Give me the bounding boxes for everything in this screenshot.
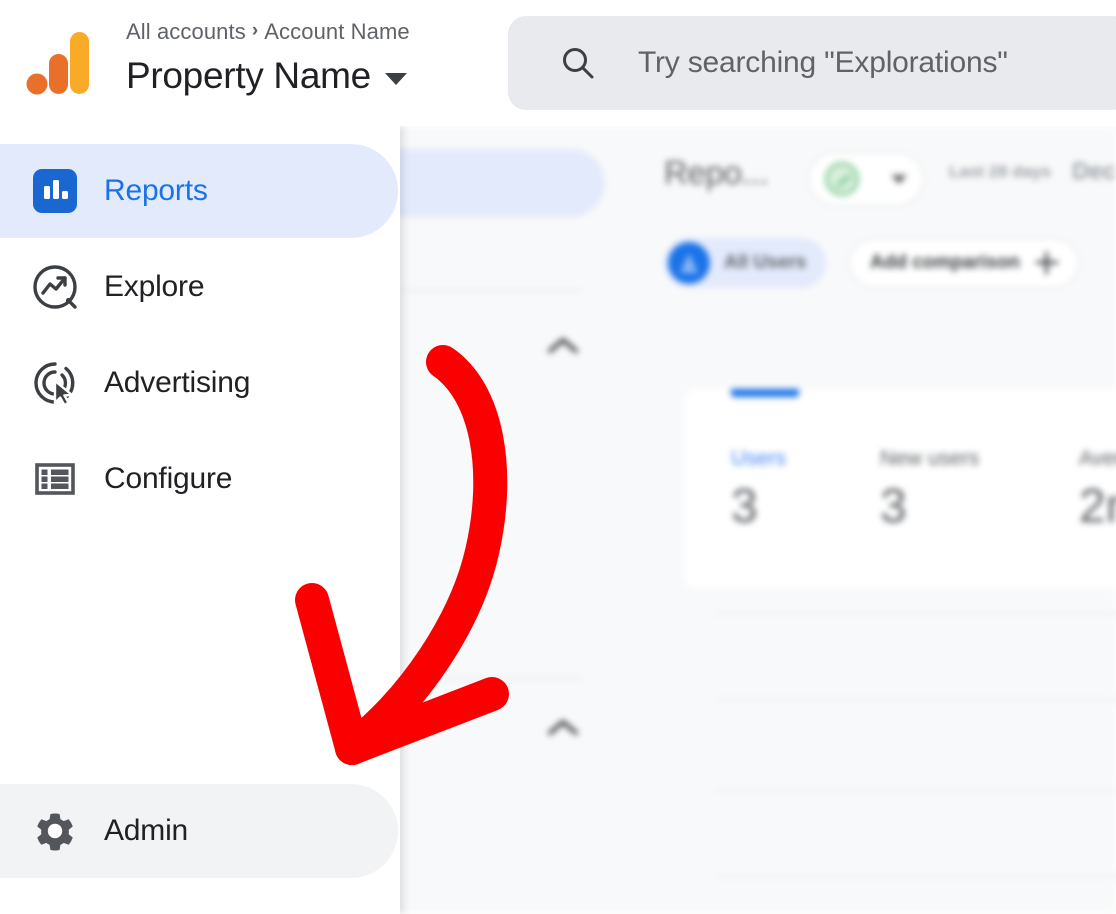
plus-icon	[1036, 252, 1058, 274]
chevron-down-icon	[891, 175, 907, 184]
breadcrumb[interactable]: All accounts › Account Name	[126, 18, 410, 46]
sidebar-item-label: Admin	[104, 814, 188, 848]
bar-chart-icon	[31, 167, 79, 215]
caret-down-icon[interactable]	[385, 73, 407, 85]
metric-label: Avera	[1079, 447, 1116, 471]
sidebar-item-reports[interactable]: Reports	[0, 144, 398, 238]
primary-nav-panel: Reports Explore	[0, 126, 400, 914]
table-row-divider	[714, 876, 1116, 877]
segment-chip-label: All Users	[724, 252, 806, 274]
metric-value: 2m	[1079, 479, 1116, 534]
breadcrumb-separator-icon: ›	[252, 17, 258, 45]
explore-icon	[31, 263, 79, 311]
google-analytics-logo	[26, 28, 92, 100]
sidebar-item-label: Configure	[104, 462, 232, 496]
table-row-divider	[714, 790, 1116, 791]
secondary-nav-divider-2	[402, 678, 582, 679]
date-range-label[interactable]: Last 28 days	[949, 162, 1051, 182]
active-metric-underline	[731, 389, 799, 397]
sidebar-item-configure[interactable]: Configure	[0, 432, 398, 526]
google-analytics-app: Repo... Last 28 days Dec All Users Add c…	[0, 0, 1116, 914]
property-name-row[interactable]: Property Name	[126, 52, 410, 100]
list-grid-icon	[31, 455, 79, 503]
all-users-avatar-icon	[668, 242, 710, 284]
sidebar-item-label: Reports	[104, 174, 208, 208]
segment-chip-all-users[interactable]: All Users	[664, 238, 826, 288]
data-status-badge[interactable]	[808, 152, 924, 206]
table-row-divider	[714, 699, 1116, 700]
date-month-label[interactable]: Dec	[1072, 158, 1116, 186]
metric-value: 3	[731, 479, 786, 534]
metric-average[interactable]: Avera 2m	[1079, 447, 1116, 534]
metric-users[interactable]: Users 3	[731, 447, 786, 534]
search-input[interactable]: Try searching "Explorations"	[638, 46, 1008, 80]
search-icon	[560, 45, 596, 81]
metric-label: Users	[731, 447, 786, 471]
breadcrumb-account-name[interactable]: Account Name	[264, 18, 410, 46]
report-column: Repo... Last 28 days Dec All Users Add c…	[664, 126, 1116, 914]
sidebar-item-label: Advertising	[104, 366, 250, 400]
add-comparison-button[interactable]: Add comparison	[849, 238, 1079, 288]
metrics-summary-card: Users 3 New users 3 Avera 2m	[684, 389, 1116, 589]
target-click-icon	[31, 359, 79, 407]
secondary-nav-column	[400, 126, 664, 914]
sidebar-item-explore[interactable]: Explore	[0, 240, 398, 334]
breadcrumb-all-accounts[interactable]: All accounts	[126, 18, 246, 46]
metric-new-users[interactable]: New users 3	[880, 447, 979, 534]
search-bar[interactable]: Try searching "Explorations"	[508, 16, 1116, 110]
top-app-bar: All accounts › Account Name Property Nam…	[0, 0, 1116, 126]
secondary-nav-divider-1	[402, 290, 582, 291]
metric-label: New users	[880, 447, 979, 471]
property-selector[interactable]: All accounts › Account Name Property Nam…	[126, 18, 410, 100]
section-collapse-chevron-2[interactable]	[546, 718, 580, 738]
gear-icon	[31, 807, 79, 855]
section-collapse-chevron-1[interactable]	[546, 336, 580, 356]
report-title: Repo...	[664, 154, 768, 192]
sidebar-item-admin[interactable]: Admin	[0, 784, 398, 878]
metric-value: 3	[880, 479, 979, 534]
property-name: Property Name	[126, 52, 371, 100]
table-row-divider	[714, 613, 1116, 614]
add-comparison-label: Add comparison	[870, 252, 1020, 274]
sidebar-item-label: Explore	[104, 270, 204, 304]
green-check-badge-icon	[825, 162, 859, 196]
sidebar-item-advertising[interactable]: Advertising	[0, 336, 398, 430]
